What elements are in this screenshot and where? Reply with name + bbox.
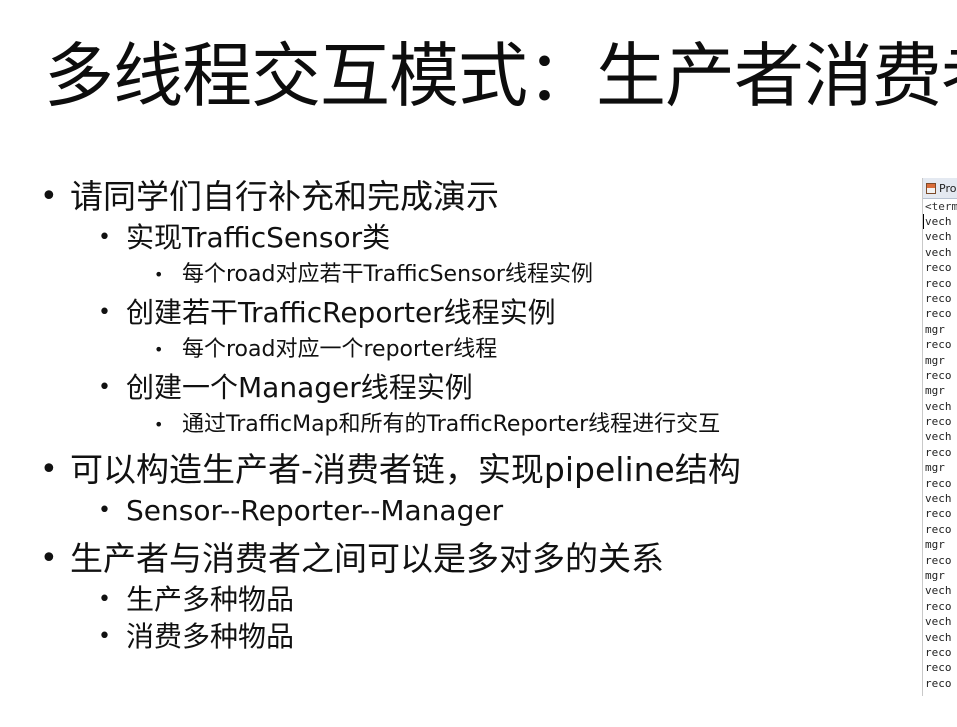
console-line: vech [925, 430, 952, 444]
bullet-text: 创建一个Manager线程实例 [126, 371, 473, 404]
console-line: mgr [925, 461, 945, 475]
console-line: vech [925, 399, 952, 413]
bullet-item: • Sensor--Reporter--Manager [40, 492, 900, 529]
bullet-text: 每个road对应若干TrafficSensor线程实例 [182, 262, 593, 287]
slide-title: 多线程交互模式：生产者消费者 [44, 35, 957, 117]
bullet-item: • 创建若干TrafficReporter线程实例 [40, 294, 900, 331]
console-line: vech [925, 230, 952, 244]
console-window: Pro <term vech vech vech reco reco reco reco mg… [922, 178, 957, 696]
console-line: reco [925, 307, 952, 321]
bullet-text: 生产多种物品 [126, 583, 295, 616]
console-line: reco [925, 338, 952, 352]
bullet-item: • 请同学们自行补充和完成演示 [40, 175, 900, 219]
bullet-dot: • [98, 300, 111, 325]
bullet-dot: • [98, 587, 111, 612]
bullet-item: • 通过TrafficMap和所有的TrafficReporter线程进行交互 [40, 406, 900, 444]
console-line: vech [923, 214, 957, 230]
console-header: <term [925, 200, 957, 213]
bullet-text: 通过TrafficMap和所有的TrafficReporter线程进行交互 [182, 412, 721, 437]
console-line: vech [925, 615, 952, 629]
bullet-text: Sensor--Reporter--Manager [126, 494, 504, 527]
console-line: reco [925, 522, 952, 536]
bullet-text: 消费多种物品 [126, 620, 295, 653]
console-line: mgr [925, 322, 945, 336]
bullet-dot: • [40, 452, 58, 487]
console-line: reco [925, 553, 952, 567]
console-line: reco [925, 507, 952, 521]
bullet-dot: • [98, 624, 111, 649]
console-line: mgr [925, 353, 945, 367]
console-line: mgr [925, 384, 945, 398]
bullet-dot: • [40, 541, 58, 576]
console-line: mgr [925, 568, 945, 582]
console-tab-label: Pro [939, 181, 957, 195]
bullet-text: 生产者与消费者之间可以是多对多的关系 [70, 539, 664, 578]
console-line: reco [925, 291, 952, 305]
bullet-text: 可以构造生产者-消费者链，实现pipeline结构 [70, 450, 741, 489]
console-line: reco [925, 261, 952, 275]
console-line: reco [925, 599, 952, 613]
console-line: reco [925, 415, 952, 429]
console-line: mgr [925, 538, 945, 552]
console-line: reco [925, 661, 952, 675]
bullet-dot: • [40, 179, 58, 214]
console-line: reco [925, 368, 952, 382]
console-line: vech [925, 630, 952, 644]
bullet-item: • 生产者与消费者之间可以是多对多的关系 [40, 537, 900, 581]
bullet-text: 请同学们自行补充和完成演示 [70, 177, 499, 216]
bullet-dot: • [98, 498, 111, 523]
console-line: reco [925, 645, 952, 659]
console-line: reco [925, 676, 952, 690]
bullet-list: • 请同学们自行补充和完成演示 • 实现TrafficSensor类 • 每个road… [40, 175, 900, 655]
bullet-item: • 实现TrafficSensor类 [40, 219, 900, 256]
bullet-text: 每个road对应一个reporter线程 [182, 337, 498, 362]
bullet-item: • 可以构造生产者-消费者链，实现pipeline结构 [40, 448, 900, 492]
console-line: vech [925, 584, 952, 598]
bullet-dot: • [98, 375, 111, 400]
console-icon [926, 182, 936, 194]
console-output: vech vech vech reco reco reco reco mgr reco mgr re… [923, 214, 957, 691]
bullet-dot: • [154, 265, 164, 284]
console-tab[interactable]: Pro [923, 178, 957, 199]
bullet-dot: • [154, 340, 164, 359]
bullet-item: • 消费多种物品 [40, 618, 900, 655]
console-line: vech [925, 492, 952, 506]
bullet-dot: • [98, 225, 111, 250]
bullet-dot: • [154, 415, 164, 434]
bullet-text: 创建若干TrafficReporter线程实例 [126, 296, 556, 329]
bullet-item: • 每个road对应一个reporter线程 [40, 331, 900, 369]
bullet-item: • 每个road对应若干TrafficSensor线程实例 [40, 256, 900, 294]
console-line: vech [925, 245, 952, 259]
bullet-item: • 生产多种物品 [40, 581, 900, 618]
bullet-item: • 创建一个Manager线程实例 [40, 369, 900, 406]
bullet-text: 实现TrafficSensor类 [126, 221, 391, 254]
console-line: reco [925, 276, 952, 290]
console-line: reco [925, 476, 952, 490]
console-line: reco [925, 445, 952, 459]
